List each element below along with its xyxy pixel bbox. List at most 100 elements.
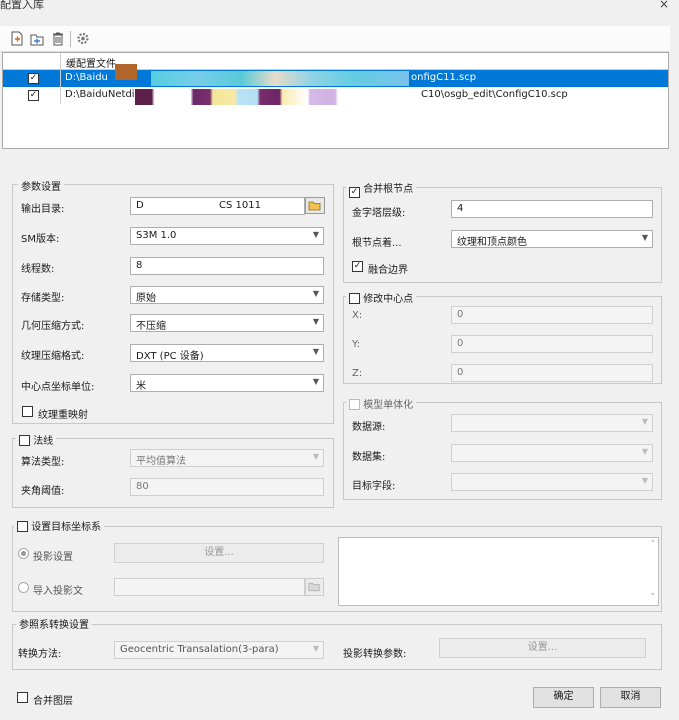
import-proj-input[interactable] <box>114 578 305 596</box>
target-field-select[interactable]: ▼ <box>451 473 653 491</box>
toolbar <box>0 26 670 52</box>
column-divider <box>60 87 61 104</box>
geo-compress-select[interactable]: 不压缩 ▼ <box>130 314 324 332</box>
file-row-checkbox[interactable]: ✓ <box>28 73 39 84</box>
settings-icon[interactable] <box>76 31 90 46</box>
folder-icon <box>308 582 320 592</box>
tex-compress-select[interactable]: DXT (PC 设备) ▼ <box>130 344 324 362</box>
scroll-down-icon[interactable]: ˅ <box>651 593 656 603</box>
merge-layers-checkbox[interactable] <box>17 692 28 703</box>
redaction-block <box>115 64 137 80</box>
center-unit-select[interactable]: 米 ▼ <box>130 374 324 392</box>
proj-setting-radio[interactable] <box>18 548 29 559</box>
file-row-path-end: onfigC11.scp <box>411 72 477 83</box>
import-proj-radio[interactable] <box>18 582 29 593</box>
proj-setting-label: 投影设置 <box>33 552 73 563</box>
z-label: Z: <box>352 368 363 379</box>
chevron-down-icon: ▼ <box>312 452 319 461</box>
normals-checkbox[interactable] <box>19 435 30 446</box>
chevron-down-icon: ▼ <box>312 377 319 386</box>
pyramid-label: 金字塔层级: <box>352 208 406 219</box>
root-color-select[interactable]: 纹理和顶点颜色 ▼ <box>451 230 653 248</box>
ref-transform-title: 参照系转换设置 <box>16 616 92 631</box>
close-icon[interactable]: × <box>659 0 669 11</box>
fuse-boundary-checkbox[interactable]: ✓ <box>352 261 363 272</box>
version-select[interactable]: S3M 1.0 ▼ <box>130 227 324 245</box>
file-row[interactable]: ✓ D:\BaiduNetdis C10\osgb_edit\ConfigC10… <box>3 87 668 105</box>
normals-group-title: 法线 <box>33 436 54 447</box>
folder-icon <box>308 201 321 211</box>
merge-root-group-header: ✓ 合并根节点 <box>346 180 417 198</box>
target-coord-group-header: 设置目标坐标系 <box>14 518 105 533</box>
scroll-up-icon[interactable]: ˄ <box>651 540 656 550</box>
chevron-down-icon: ▼ <box>312 317 319 326</box>
add-file-icon[interactable] <box>10 31 24 46</box>
storage-label: 存储类型: <box>21 293 65 304</box>
transform-method-select[interactable]: Geocentric Transalation(3-para) ▼ <box>114 641 324 659</box>
chevron-down-icon: ▼ <box>312 644 319 653</box>
chevron-down-icon: ▼ <box>312 347 319 356</box>
dataset-select[interactable]: ▼ <box>451 444 653 462</box>
file-row-path-start: D:\Baidu <box>65 72 108 83</box>
algo-value: 平均值算法 <box>136 456 186 467</box>
center-unit-value: 米 <box>136 381 146 392</box>
merge-root-checkbox[interactable]: ✓ <box>349 187 360 198</box>
storage-select[interactable]: 原始 ▼ <box>130 286 324 304</box>
file-row[interactable]: ✓ D:\Baidu onfigC11.scp <box>3 64 668 87</box>
window-title: 配置入库 <box>0 0 44 11</box>
geo-compress-label: 几何压缩方式: <box>21 321 85 332</box>
transform-params-button[interactable]: 设置... <box>439 638 646 658</box>
cancel-button[interactable]: 取消 <box>600 687 661 708</box>
output-dir-input[interactable]: D CS 1011 <box>130 197 305 215</box>
browse-folder-button[interactable] <box>305 197 325 214</box>
y-input[interactable]: 0 <box>451 335 653 353</box>
modify-center-checkbox[interactable] <box>349 293 360 304</box>
version-value: S3M 1.0 <box>136 230 177 241</box>
import-proj-label: 导入投影文 <box>33 586 83 597</box>
threads-input[interactable]: 8 <box>130 257 324 275</box>
file-row-checkbox[interactable]: ✓ <box>28 90 39 101</box>
root-color-label: 根节点着... <box>352 238 402 249</box>
redaction-block <box>135 89 413 105</box>
file-list-header: 缓配置文件 <box>3 53 668 70</box>
ok-button[interactable]: 确定 <box>533 687 594 708</box>
transform-params-label: 投影转换参数: <box>343 649 407 660</box>
merge-root-title: 合并根节点 <box>363 184 414 195</box>
modify-center-title: 修改中心点 <box>363 294 414 305</box>
chevron-down-icon: ▼ <box>641 233 648 242</box>
file-list-column-header[interactable]: 缓配置文件 <box>66 55 116 70</box>
output-dir-value-tail: CS 1011 <box>219 200 261 211</box>
output-dir-value: D <box>136 200 144 211</box>
datasource-select[interactable]: ▼ <box>451 414 653 432</box>
z-input[interactable]: 0 <box>451 364 653 382</box>
center-unit-label: 中心点坐标单位: <box>21 382 95 393</box>
x-label: X: <box>352 310 363 321</box>
add-folder-icon[interactable] <box>30 31 44 46</box>
chevron-down-icon: ▼ <box>641 417 648 426</box>
algo-select[interactable]: 平均值算法 ▼ <box>130 449 324 467</box>
normals-group-header: 法线 <box>16 432 57 447</box>
texture-remap-checkbox[interactable] <box>22 406 33 417</box>
chevron-down-icon: ▼ <box>312 289 319 298</box>
transform-method-label: 转换方法: <box>18 649 62 660</box>
algo-label: 算法类型: <box>21 457 65 468</box>
target-coord-title: 设置目标坐标系 <box>31 522 102 533</box>
chevron-down-icon: ▼ <box>312 230 319 239</box>
chevron-down-icon: ▼ <box>641 447 648 456</box>
angle-input[interactable]: 80 <box>130 478 324 496</box>
column-divider <box>60 53 61 70</box>
y-label: Y: <box>352 339 361 350</box>
target-field-label: 目标字段: <box>352 481 396 492</box>
pyramid-input[interactable]: 4 <box>451 200 653 218</box>
x-input[interactable]: 0 <box>451 306 653 324</box>
delete-icon[interactable] <box>51 31 65 46</box>
model-single-checkbox[interactable] <box>349 399 360 410</box>
dataset-label: 数据集: <box>352 452 386 463</box>
target-coord-checkbox[interactable] <box>17 521 28 532</box>
chevron-down-icon: ▼ <box>641 476 648 485</box>
import-proj-browse-button[interactable] <box>305 578 324 596</box>
params-group-title: 参数设置 <box>18 178 64 193</box>
column-divider <box>60 70 61 87</box>
texture-remap-label: 纹理重映射 <box>38 410 88 421</box>
proj-setting-button[interactable]: 设置... <box>114 543 324 563</box>
